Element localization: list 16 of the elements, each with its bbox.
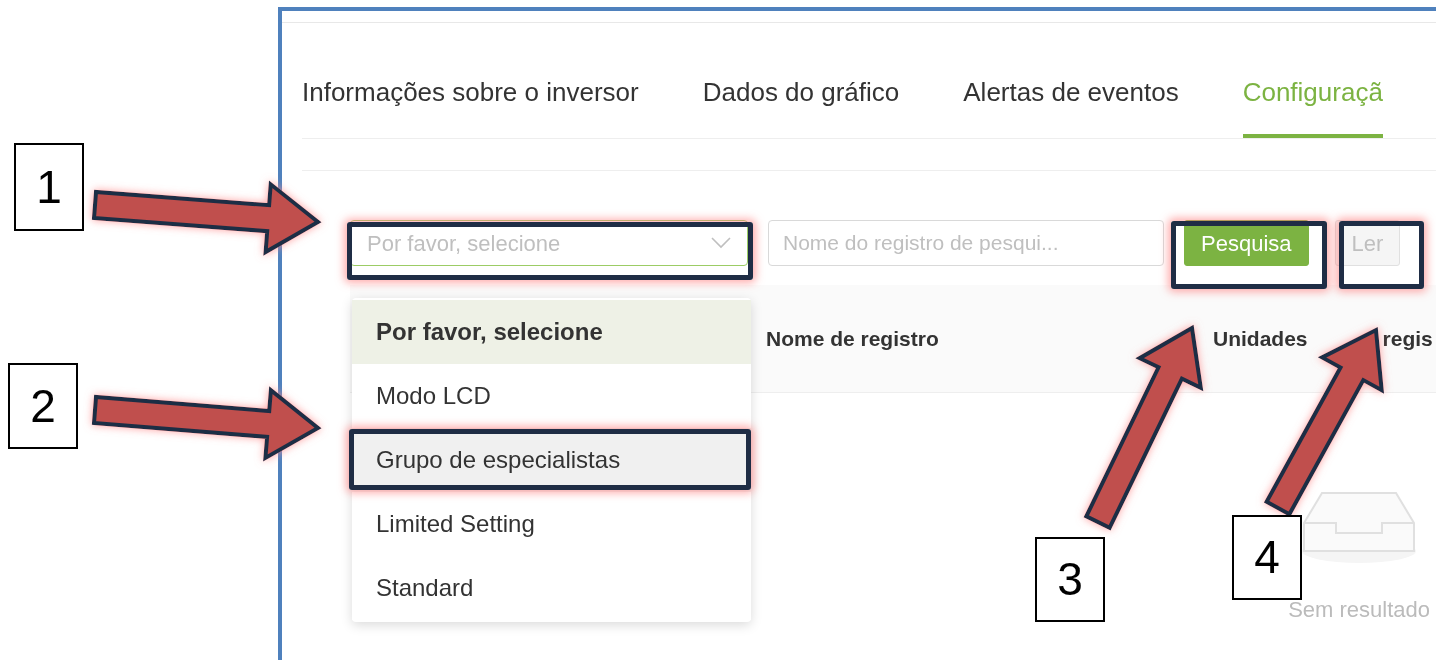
- dropdown-option[interactable]: Limited Setting: [352, 492, 751, 556]
- step-number: 4: [1232, 515, 1302, 600]
- tab[interactable]: Informações sobre o inversor: [302, 73, 639, 138]
- column-header: Nome de registro: [766, 325, 939, 352]
- dropdown-option[interactable]: Por favor, selecione: [352, 300, 751, 364]
- chevron-down-icon: [711, 237, 731, 249]
- column-header: Unidades: [1213, 325, 1308, 352]
- dropdown-option[interactable]: Standard: [352, 556, 751, 620]
- tab[interactable]: Alertas de eventos: [963, 73, 1179, 138]
- step-number: 2: [8, 363, 78, 449]
- dropdown-option[interactable]: Modo LCD: [352, 364, 751, 428]
- tab[interactable]: Dados do gráfico: [702, 73, 900, 138]
- search-field[interactable]: Nome do registro de pesqui...: [768, 220, 1164, 266]
- column-header: regis: [1382, 325, 1433, 352]
- step-number: 1: [14, 143, 84, 231]
- step-number: 3: [1035, 537, 1105, 622]
